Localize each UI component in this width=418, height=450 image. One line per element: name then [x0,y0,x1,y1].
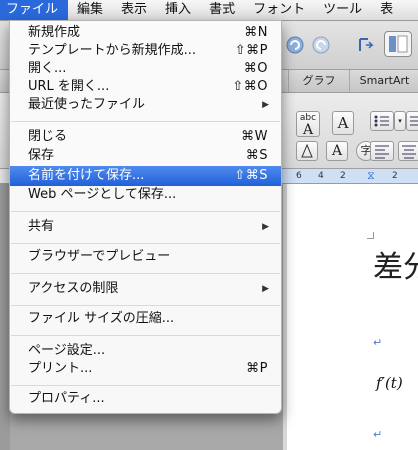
spelling-a-label: A [302,122,314,138]
menu-item-open-url[interactable]: URL を開く... ⇧⌘O [10,77,281,97]
menu-item-open[interactable]: 開く... ⌘O [10,59,281,79]
undo-icon[interactable] [282,33,308,57]
submenu-arrow-icon: ▶ [262,100,269,110]
menu-item-label: ブラウザーでプレビュー [28,249,171,264]
menu-edit[interactable]: 編集 [68,0,112,20]
menu-item-share[interactable]: 共有 ▶ [10,217,281,237]
submenu-arrow-icon: ▶ [262,284,269,294]
menu-font[interactable]: フォント [244,0,314,20]
submenu-arrow-icon: ▶ [262,222,269,232]
tab-chart[interactable]: グラフ [288,70,349,92]
menu-item-label: 保存 [28,148,55,163]
document-heading: 差分 [373,250,418,285]
menu-separator [11,243,280,244]
menu-separator [11,121,280,122]
shortcut-label: ⌘P [246,361,268,376]
menu-item-label: 新規作成 [28,25,81,40]
menu-item-save[interactable]: 保存 ⌘S [10,146,281,166]
menu-bar: ファイル 編集 表示 挿入 書式 フォント ツール 表 [0,0,418,21]
redo-icon[interactable] [308,33,334,57]
list-dropdown-icon[interactable]: ▾ [394,111,406,131]
menu-separator [11,305,280,306]
menu-item-save-as-web-page[interactable]: Web ページとして保存... [10,185,281,205]
menu-item-label: 開く... [28,61,67,76]
menu-item-label: アクセスの制限 [28,281,119,296]
menu-item-label: ページ設定... [28,343,106,358]
ruler-tick: 2 [340,171,346,181]
menu-item-label: ファイル サイズの圧縮... [28,311,175,326]
shortcut-label: ⌘O [243,61,268,76]
paragraph-mark: ↵ [373,428,383,441]
menu-item-label: プリント... [28,361,93,376]
menu-item-properties[interactable]: プロパティ... [10,389,281,409]
align-center-button[interactable] [398,141,418,161]
menu-item-new[interactable]: 新規作成 ⌘N [10,23,281,43]
menu-item-restrict-permissions[interactable]: アクセスの制限 ▶ [10,279,281,299]
menu-item-label: 共有 [28,219,55,234]
menu-item-print[interactable]: プリント... ⌘P [10,359,281,379]
menu-item-preview-in-browser[interactable]: ブラウザーでプレビュー [10,247,281,267]
document-page[interactable]: 差分 ↵ f′(t) ↵ [287,184,418,450]
menu-insert[interactable]: 挿入 [156,0,200,20]
menu-separator [11,385,280,386]
bullets-button[interactable] [370,111,394,131]
ruler-tick: 2 [392,171,398,181]
file-menu: 新規作成 ⌘N テンプレートから新規作成... ⇧⌘P 開く... ⌘O URL… [9,20,282,414]
paragraph-marks-icon[interactable] [352,33,378,57]
shortcut-label: ⇧⌘S [234,168,268,183]
menu-format[interactable]: 書式 [200,0,244,20]
menu-item-recent-files[interactable]: 最近使ったファイル ▶ [10,95,281,115]
shortcut-label: ⇧⌘O [232,79,268,94]
shortcut-label: ⌘S [245,148,268,163]
indent-marker-icon[interactable]: ⧖ [367,169,375,183]
menu-item-page-setup[interactable]: ページ設定... [10,341,281,361]
shortcut-label: ⌘N [244,25,268,40]
menu-separator [11,335,280,336]
menu-item-reduce-file-size[interactable]: ファイル サイズの圧縮... [10,309,281,329]
menu-item-label: 閉じる [28,129,68,144]
margin-corner-mark [367,232,374,239]
menu-item-label: 最近使ったファイル [28,97,146,112]
spelling-button[interactable]: abc A [296,111,320,137]
menu-item-new-from-template[interactable]: テンプレートから新規作成... ⇧⌘P [10,41,281,61]
menu-item-label: プロパティ... [28,391,105,406]
document-equation: f′(t) [376,374,403,392]
align-left-button[interactable] [370,141,394,161]
menu-table[interactable]: 表 [371,0,402,20]
menu-item-label: テンプレートから新規作成... [28,43,197,58]
sidebar-icon[interactable] [384,31,412,57]
menu-item-label: 名前を付けて保存... [28,168,145,183]
menu-tools[interactable]: ツール [314,0,371,20]
text-box-button[interactable]: A [332,111,354,135]
shortcut-label: ⌘W [241,129,268,144]
font-color-button[interactable] [296,141,318,161]
menu-view[interactable]: 表示 [112,0,156,20]
menu-separator [11,273,280,274]
menu-item-label: URL を開く... [28,79,110,94]
char-box-button[interactable]: A [326,141,348,161]
paragraph-mark: ↵ [373,336,383,349]
tab-smartart[interactable]: SmartArt [349,70,418,92]
menu-item-label: Web ページとして保存... [28,187,177,202]
ruler-tick: 6 [296,171,302,181]
menu-item-close[interactable]: 閉じる ⌘W [10,127,281,147]
ruler-tick: 4 [318,171,324,181]
numbering-button[interactable] [406,111,418,131]
menu-separator [11,211,280,212]
menu-file[interactable]: ファイル [0,0,69,20]
menu-item-save-as[interactable]: 名前を付けて保存... ⇧⌘S [10,166,281,186]
shortcut-label: ⇧⌘P [234,43,268,58]
